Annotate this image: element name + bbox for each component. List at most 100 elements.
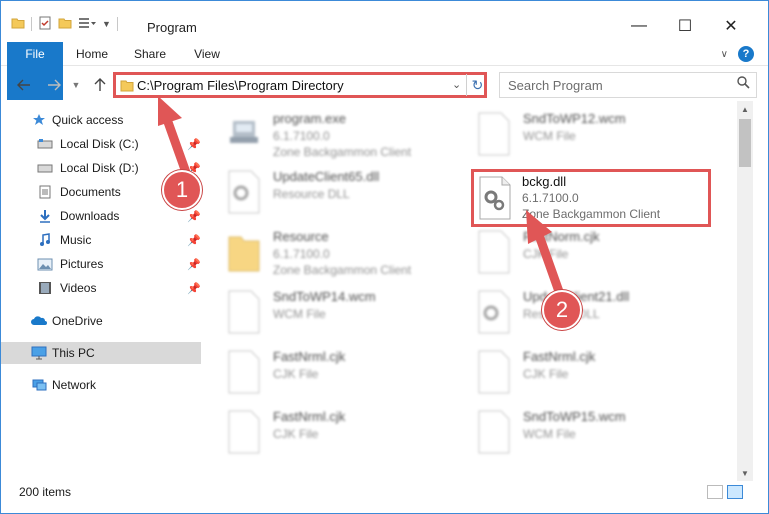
- maximize-button[interactable]: ☐: [663, 11, 707, 41]
- file-item[interactable]: SndToWP15.wcm WCM File: [461, 403, 701, 461]
- sidebar-item-music[interactable]: Music 📌: [1, 229, 201, 251]
- sidebar-item-pictures[interactable]: Pictures 📌: [1, 253, 201, 275]
- music-icon: [37, 232, 53, 248]
- scroll-up-button[interactable]: ▲: [737, 101, 753, 117]
- file-item[interactable]: FastNorm.cjk CJK File: [461, 223, 701, 281]
- search-placeholder[interactable]: Search Program: [508, 78, 603, 93]
- divider: [31, 17, 32, 31]
- file-name: FastNrml.cjk: [273, 349, 346, 364]
- file-list: program.exe 6.1.7100.0 Zone Backgammon C…: [211, 105, 737, 481]
- sidebar-item-label: Downloads: [60, 209, 120, 223]
- tab-view[interactable]: View: [187, 42, 227, 66]
- refresh-button[interactable]: ↻: [466, 74, 488, 96]
- scroll-down-button[interactable]: ▼: [737, 465, 753, 481]
- highlighted-file-item[interactable]: bckg.dll 6.1.7100.0 Zone Backgammon Clie…: [471, 169, 711, 227]
- download-icon: [37, 208, 53, 224]
- sidebar-item-label: Pictures: [60, 257, 104, 271]
- videos-icon: [37, 280, 53, 296]
- up-button[interactable]: [89, 74, 111, 96]
- blank-file-icon: [227, 289, 261, 335]
- folder-icon[interactable]: [11, 16, 25, 33]
- back-button[interactable]: [13, 74, 35, 96]
- tab-share[interactable]: Share: [129, 42, 171, 66]
- help-button[interactable]: ?: [738, 46, 754, 62]
- tiles-view-icon[interactable]: [727, 485, 743, 499]
- file-name: SndToWP12.wcm: [523, 111, 626, 126]
- search-box[interactable]: Search Program: [499, 72, 757, 98]
- pin-icon[interactable]: 📌: [187, 138, 201, 151]
- properties-icon[interactable]: [38, 16, 52, 33]
- customize-icon[interactable]: [78, 16, 96, 33]
- folder-icon: [120, 79, 134, 95]
- documents-icon: [37, 184, 53, 200]
- file-item[interactable]: Resource 6.1.7100.0 Zone Backgammon Clie…: [211, 223, 451, 281]
- pin-icon[interactable]: 📌: [187, 258, 201, 271]
- exe-icon: [227, 111, 261, 157]
- pin-icon[interactable]: 📌: [187, 210, 201, 223]
- file-type: CJK File: [523, 247, 569, 261]
- explorer-window: ▼ Program — ☐ ✕ File Home Share View ∨ ?…: [0, 0, 769, 514]
- tab-home[interactable]: Home: [71, 42, 113, 66]
- file-type: CJK File: [523, 367, 569, 381]
- file-version: 6.1.7100.0: [273, 247, 330, 261]
- file-item[interactable]: FastNrml.cjk CJK File: [211, 403, 451, 461]
- sidebar-item-videos[interactable]: Videos 📌: [1, 277, 201, 299]
- blank-file-icon: [477, 111, 511, 157]
- pin-icon[interactable]: 📌: [187, 234, 201, 247]
- chevron-down-icon[interactable]: ▼: [102, 19, 111, 29]
- file-item[interactable]: SndToWP14.wcm WCM File: [211, 283, 451, 341]
- file-type: WCM File: [273, 307, 326, 321]
- sidebar-item-this-pc[interactable]: This PC: [1, 342, 201, 364]
- callout-badge-1: 1: [162, 170, 202, 210]
- file-version: 6.1.7100.0: [522, 191, 579, 205]
- expand-ribbon-icon[interactable]: ∨: [721, 49, 728, 60]
- file-item[interactable]: FastNrml.cjk CJK File: [211, 343, 451, 401]
- scroll-thumb[interactable]: [739, 119, 751, 167]
- file-description: Zone Backgammon Client: [522, 207, 661, 221]
- network-icon: [31, 377, 47, 393]
- sidebar-item-label: Videos: [60, 281, 97, 295]
- drive-icon: [37, 160, 53, 176]
- minimize-button[interactable]: —: [617, 11, 661, 41]
- file-item[interactable]: program.exe 6.1.7100.0 Zone Backgammon C…: [211, 105, 451, 163]
- details-view-icon[interactable]: [707, 485, 723, 499]
- star-icon: [31, 112, 47, 128]
- address-path[interactable]: C:\Program Files\Program Directory: [137, 78, 344, 93]
- sidebar-item-label: Local Disk (C:): [60, 137, 139, 151]
- file-item[interactable]: SndToWP12.wcm WCM File: [461, 105, 701, 163]
- sidebar-item-onedrive[interactable]: OneDrive: [1, 310, 201, 332]
- sidebar-item-label: This PC: [52, 346, 95, 360]
- callout-badge-2: 2: [542, 290, 582, 330]
- pictures-icon: [37, 256, 53, 272]
- address-bar[interactable]: C:\Program Files\Program Directory ⌄ ↻: [113, 72, 487, 98]
- sidebar-item-downloads[interactable]: Downloads 📌: [1, 205, 201, 227]
- divider: [116, 17, 118, 31]
- file-item[interactable]: UpdateClient65.dll Resource DLL: [211, 163, 451, 221]
- file-version: 6.1.7100.0: [273, 129, 330, 143]
- file-type: CJK File: [273, 427, 319, 441]
- sidebar-item-label: Music: [60, 233, 92, 247]
- navigation-bar: ▼ C:\Program Files\Program Directory ⌄ ↻…: [1, 69, 768, 101]
- sidebar-item-quick-access[interactable]: Quick access: [1, 109, 201, 131]
- pin-icon[interactable]: 📌: [187, 282, 201, 295]
- forward-button[interactable]: [43, 74, 65, 96]
- file-name: UpdateClient65.dll: [273, 169, 380, 184]
- recent-locations-button[interactable]: ▼: [65, 74, 87, 96]
- file-name: FastNrml.cjk: [273, 409, 346, 424]
- file-name: FastNrml.cjk: [523, 349, 596, 364]
- quick-access-toolbar: ▼: [11, 15, 118, 33]
- vertical-scrollbar[interactable]: ▲ ▼: [737, 101, 753, 481]
- file-type: CJK File: [273, 367, 319, 381]
- dll-icon: [227, 169, 261, 215]
- sidebar-item-network[interactable]: Network: [1, 374, 201, 396]
- new-folder-icon[interactable]: [58, 16, 72, 33]
- blank-file-icon: [477, 229, 511, 275]
- file-name: bckg.dll: [522, 174, 567, 189]
- file-item[interactable]: FastNrml.cjk CJK File: [461, 343, 701, 401]
- sidebar-item-local-disk-c[interactable]: Local Disk (C:) 📌: [1, 133, 201, 155]
- sidebar-item-label: Local Disk (D:): [60, 161, 139, 175]
- dll-icon: [478, 175, 512, 221]
- chevron-down-icon[interactable]: ⌄: [452, 78, 461, 91]
- close-button[interactable]: ✕: [709, 11, 753, 41]
- view-switcher: [707, 485, 743, 499]
